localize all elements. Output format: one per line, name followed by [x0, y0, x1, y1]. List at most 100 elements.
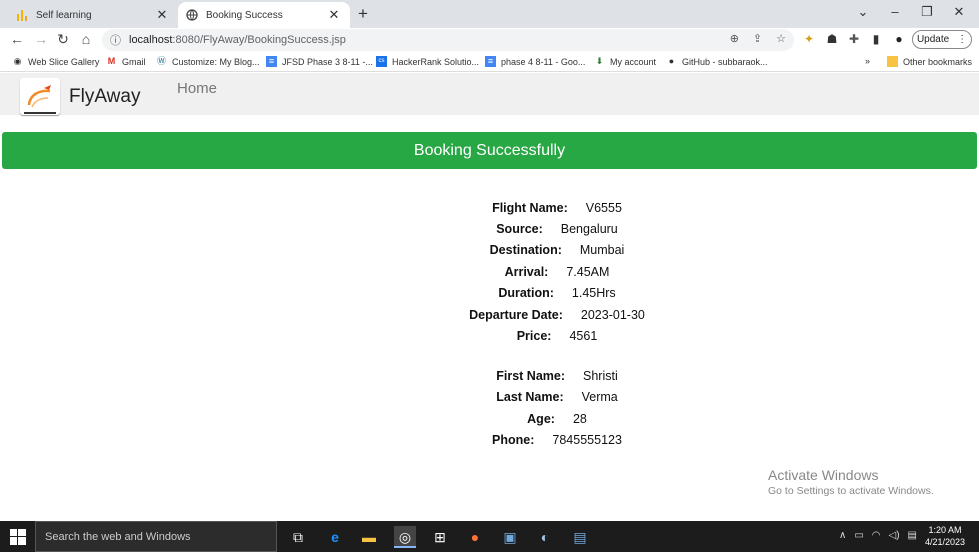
extension-icon[interactable]: ☗	[824, 32, 840, 46]
back-arrow-icon[interactable]: ←	[8, 31, 26, 47]
store-icon[interactable]: ⊞	[429, 526, 451, 548]
watermark-subtitle: Go to Settings to activate Windows.	[768, 485, 934, 497]
detail-row-first-name: First Name: Shristi	[0, 365, 979, 386]
gmail-icon: M	[107, 56, 116, 66]
bookmark-star-icon[interactable]: ☆	[776, 32, 786, 45]
wifi-icon[interactable]: ◠	[872, 530, 881, 541]
detail-label: Age:	[527, 411, 555, 426]
home-icon[interactable]: ⌂	[77, 31, 95, 47]
activate-windows-watermark: Activate Windows Go to Settings to activ…	[768, 467, 934, 497]
system-tray: ∧ ▭ ◠ ◁) ▤	[839, 530, 917, 541]
detail-value: Bengaluru	[560, 222, 618, 237]
volume-icon[interactable]: ◁)	[889, 530, 900, 541]
taskbar-search-placeholder: Search the web and Windows	[45, 530, 191, 543]
detail-row-departure-date: Departure Date: 2023-01-30	[0, 304, 979, 325]
reload-icon[interactable]: ↻	[54, 31, 72, 48]
bookmark-item[interactable]: ◉ Web Slice Gallery	[12, 56, 100, 67]
other-bookmarks[interactable]: Other bookmarks	[887, 56, 972, 67]
notification-icon[interactable]: ▤	[908, 530, 917, 541]
side-panel-icon[interactable]: ▮	[868, 32, 884, 46]
google-docs-icon: ≡	[485, 56, 496, 67]
booking-details: Flight Name: V6555 Source: Bengaluru Desti…	[0, 197, 979, 451]
detail-label: Phone:	[492, 432, 535, 447]
battery-icon[interactable]: ▭	[854, 530, 863, 541]
taskbar-search-box[interactable]: Search the web and Windows	[35, 521, 277, 552]
tab-title: Booking Success	[206, 9, 283, 21]
extension-icon[interactable]: ✦	[801, 32, 817, 46]
detail-row-source: Source: Bengaluru	[0, 218, 979, 239]
close-tab-icon[interactable]: ✕	[154, 7, 170, 23]
site-navbar: FlyAway Home	[0, 73, 979, 115]
close-window-icon[interactable]: ✕	[944, 4, 974, 20]
bookmark-item[interactable]: ⬇ My account	[594, 56, 656, 67]
bookmark-item[interactable]: cs HackerRank Solutio...	[376, 56, 479, 67]
detail-value: Verma	[581, 390, 618, 405]
update-button[interactable]: Update ⋮	[912, 30, 972, 49]
profile-avatar-icon[interactable]: ●	[891, 32, 907, 46]
bookmarks-overflow-button[interactable]: »	[865, 56, 870, 66]
globe-icon	[186, 9, 198, 21]
detail-label: Departure Date:	[469, 307, 563, 322]
close-tab-icon[interactable]: ✕	[326, 7, 342, 23]
bookmark-item[interactable]: ● GitHub - subbaraok...	[666, 56, 768, 67]
wordpress-icon: Ⓦ	[156, 56, 166, 66]
detail-label: Source:	[496, 222, 543, 237]
detail-row-destination: Destination: Mumbai	[0, 240, 979, 261]
restore-icon[interactable]: ❐	[912, 4, 942, 20]
bookmark-item[interactable]: ≡ phase 4 8-11 - Goo...	[485, 56, 585, 67]
nav-home-link[interactable]: Home	[177, 80, 217, 97]
tab-self-learning[interactable]: Self learning ✕	[8, 2, 178, 28]
eclipse-icon[interactable]: ◐	[534, 526, 556, 548]
notepad-icon[interactable]: ▤	[569, 526, 591, 548]
forward-arrow-icon[interactable]: →	[32, 31, 50, 47]
site-info-icon[interactable]: ⓘ	[110, 32, 121, 48]
flyaway-logo[interactable]	[20, 78, 60, 115]
detail-row-age: Age: 28	[0, 408, 979, 429]
detail-row-arrival: Arrival: 7.45AM	[0, 261, 979, 282]
bookmarks-bar: ◉ Web Slice Gallery M Gmail Ⓦ Customize: My…	[0, 52, 979, 72]
detail-value: V6555	[585, 200, 622, 215]
detail-value: 1.45Hrs	[571, 286, 616, 301]
address-bar[interactable]: ⓘ localhost :8080/FlyAway/BookingSuccess…	[102, 29, 794, 51]
detail-row-duration: Duration: 1.45Hrs	[0, 283, 979, 304]
tab-booking-success[interactable]: Booking Success ✕	[178, 2, 350, 28]
file-explorer-icon[interactable]: ▬	[358, 526, 380, 548]
detail-label: Price:	[516, 329, 552, 344]
detail-value: Mumbai	[579, 243, 625, 258]
tab-search-chevron-icon[interactable]: ⌄	[848, 4, 878, 20]
zoom-icon[interactable]: ⊕	[730, 32, 739, 45]
detail-value: 2023-01-30	[580, 307, 645, 322]
google-docs-icon: ≡	[266, 56, 277, 67]
detail-value: 7.45AM	[566, 264, 610, 279]
bar-chart-icon	[16, 9, 28, 21]
detail-row-flight-name: Flight Name: V6555	[0, 197, 979, 218]
url-host: localhost	[129, 34, 173, 46]
browser-toolbar: ← → ↻ ⌂ ⓘ localhost :8080/FlyAway/Bookin…	[0, 28, 979, 52]
browser-tab-bar: Self learning ✕ Booking Success ✕ + ⌄ – …	[0, 0, 979, 28]
firefox-icon[interactable]: ●	[464, 526, 486, 548]
vscode-icon[interactable]: ▣	[499, 526, 521, 548]
folder-icon	[887, 56, 898, 67]
globe-icon: ◉	[13, 56, 22, 66]
chrome-icon[interactable]: ◎	[394, 526, 416, 548]
bookmark-item[interactable]: ≡ JFSD Phase 3 8-11 -...	[266, 56, 373, 67]
detail-value: 7845555123	[552, 432, 622, 447]
edge-browser-icon[interactable]: e	[324, 526, 346, 548]
tray-chevron-icon[interactable]: ∧	[839, 530, 846, 541]
booking-success-banner: Booking Successfully	[2, 132, 977, 169]
new-tab-plus-icon[interactable]: +	[358, 4, 368, 24]
task-view-icon[interactable]: ⧉	[287, 526, 309, 548]
bookmark-item[interactable]: M Gmail	[106, 56, 146, 67]
taskbar-clock[interactable]: 1:20 AM 4/21/2023	[925, 524, 965, 548]
windows-start-icon[interactable]	[10, 529, 26, 545]
minimize-icon[interactable]: –	[880, 4, 910, 19]
detail-label: Arrival:	[504, 264, 549, 279]
site-brand[interactable]: FlyAway	[69, 86, 140, 108]
detail-label: First Name:	[496, 368, 566, 383]
extensions-puzzle-icon[interactable]: ✚	[846, 32, 862, 46]
detail-value: Shristi	[583, 368, 618, 383]
share-icon[interactable]: ⇪	[753, 32, 762, 45]
bookmark-item[interactable]: Ⓦ Customize: My Blog...	[156, 56, 260, 67]
detail-row-phone: Phone: 7845555123	[0, 429, 979, 450]
